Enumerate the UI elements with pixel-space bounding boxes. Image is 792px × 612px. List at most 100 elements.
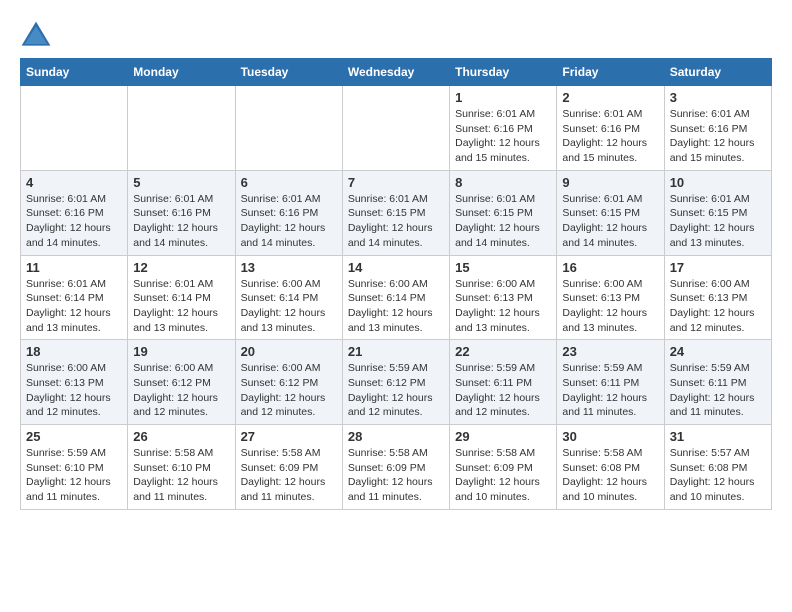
day-info: Sunrise: 6:00 AMSunset: 6:13 PMDaylight:… bbox=[670, 277, 766, 336]
day-info: Sunrise: 6:00 AMSunset: 6:14 PMDaylight:… bbox=[241, 277, 337, 336]
calendar-cell: 6 Sunrise: 6:01 AMSunset: 6:16 PMDaylight… bbox=[235, 170, 342, 255]
header-sunday: Sunday bbox=[21, 59, 128, 86]
day-info: Sunrise: 6:00 AMSunset: 6:12 PMDaylight:… bbox=[241, 361, 337, 420]
header-tuesday: Tuesday bbox=[235, 59, 342, 86]
calendar-cell: 5 Sunrise: 6:01 AMSunset: 6:16 PMDaylight… bbox=[128, 170, 235, 255]
calendar-cell: 14 Sunrise: 6:00 AMSunset: 6:14 PMDayligh… bbox=[342, 255, 449, 340]
day-number: 15 bbox=[455, 260, 551, 275]
calendar-cell: 26 Sunrise: 5:58 AMSunset: 6:10 PMDayligh… bbox=[128, 425, 235, 510]
day-number: 28 bbox=[348, 429, 444, 444]
calendar-cell: 16 Sunrise: 6:00 AMSunset: 6:13 PMDayligh… bbox=[557, 255, 664, 340]
logo-icon bbox=[20, 20, 52, 48]
day-number: 5 bbox=[133, 175, 229, 190]
day-number: 13 bbox=[241, 260, 337, 275]
calendar-cell: 31 Sunrise: 5:57 AMSunset: 6:08 PMDayligh… bbox=[664, 425, 771, 510]
logo bbox=[20, 20, 56, 48]
day-info: Sunrise: 5:59 AMSunset: 6:12 PMDaylight:… bbox=[348, 361, 444, 420]
header-thursday: Thursday bbox=[450, 59, 557, 86]
header-monday: Monday bbox=[128, 59, 235, 86]
week-row-4: 18Sunrise: 6:00 AMSunset: 6:13 PMDayligh… bbox=[21, 340, 772, 425]
day-number: 30 bbox=[562, 429, 658, 444]
day-info: Sunrise: 6:00 AMSunset: 6:13 PMDaylight:… bbox=[455, 277, 551, 336]
day-info: Sunrise: 6:01 AMSunset: 6:16 PMDaylight:… bbox=[670, 107, 766, 166]
day-info: Sunrise: 5:58 AMSunset: 6:09 PMDaylight:… bbox=[455, 446, 551, 505]
day-info: Sunrise: 6:01 AMSunset: 6:15 PMDaylight:… bbox=[455, 192, 551, 251]
day-number: 4 bbox=[26, 175, 122, 190]
calendar-cell: 18Sunrise: 6:00 AMSunset: 6:13 PMDayligh… bbox=[21, 340, 128, 425]
day-info: Sunrise: 6:01 AMSunset: 6:15 PMDaylight:… bbox=[562, 192, 658, 251]
week-row-1: 1 Sunrise: 6:01 AMSunset: 6:16 PMDaylight… bbox=[21, 86, 772, 171]
calendar-cell bbox=[21, 86, 128, 171]
week-row-5: 25Sunrise: 5:59 AMSunset: 6:10 PMDayligh… bbox=[21, 425, 772, 510]
calendar-header-row: Sunday Monday Tuesday Wednesday Thursday… bbox=[21, 59, 772, 86]
day-info: Sunrise: 6:01 AMSunset: 6:16 PMDaylight:… bbox=[241, 192, 337, 251]
day-info: Sunrise: 6:01 AMSunset: 6:16 PMDaylight:… bbox=[455, 107, 551, 166]
calendar-cell bbox=[342, 86, 449, 171]
day-info: Sunrise: 6:01 AMSunset: 6:16 PMDaylight:… bbox=[133, 192, 229, 251]
day-number: 27 bbox=[241, 429, 337, 444]
calendar-cell: 8 Sunrise: 6:01 AMSunset: 6:15 PMDaylight… bbox=[450, 170, 557, 255]
calendar-cell: 7 Sunrise: 6:01 AMSunset: 6:15 PMDaylight… bbox=[342, 170, 449, 255]
day-info: Sunrise: 5:58 AMSunset: 6:09 PMDaylight:… bbox=[241, 446, 337, 505]
calendar-cell: 24 Sunrise: 5:59 AMSunset: 6:11 PMDayligh… bbox=[664, 340, 771, 425]
calendar-cell: 22Sunrise: 5:59 AMSunset: 6:11 PMDayligh… bbox=[450, 340, 557, 425]
day-number: 31 bbox=[670, 429, 766, 444]
day-number: 14 bbox=[348, 260, 444, 275]
day-info: Sunrise: 6:01 AMSunset: 6:14 PMDaylight:… bbox=[26, 277, 122, 336]
calendar-cell: 4 Sunrise: 6:01 AMSunset: 6:16 PMDaylight… bbox=[21, 170, 128, 255]
day-info: Sunrise: 6:01 AMSunset: 6:15 PMDaylight:… bbox=[348, 192, 444, 251]
day-info: Sunrise: 5:59 AMSunset: 6:10 PMDaylight:… bbox=[26, 446, 122, 505]
day-number: 16 bbox=[562, 260, 658, 275]
day-info: Sunrise: 6:01 AMSunset: 6:14 PMDaylight:… bbox=[133, 277, 229, 336]
day-number: 9 bbox=[562, 175, 658, 190]
week-row-2: 4 Sunrise: 6:01 AMSunset: 6:16 PMDaylight… bbox=[21, 170, 772, 255]
day-info: Sunrise: 6:01 AMSunset: 6:16 PMDaylight:… bbox=[562, 107, 658, 166]
calendar-cell: 23Sunrise: 5:59 AMSunset: 6:11 PMDayligh… bbox=[557, 340, 664, 425]
calendar-cell: 29Sunrise: 5:58 AMSunset: 6:09 PMDayligh… bbox=[450, 425, 557, 510]
calendar-cell bbox=[235, 86, 342, 171]
day-info: Sunrise: 5:58 AMSunset: 6:10 PMDaylight:… bbox=[133, 446, 229, 505]
day-info: Sunrise: 6:00 AMSunset: 6:14 PMDaylight:… bbox=[348, 277, 444, 336]
calendar-cell: 12 Sunrise: 6:01 AMSunset: 6:14 PMDayligh… bbox=[128, 255, 235, 340]
calendar-cell: 27 Sunrise: 5:58 AMSunset: 6:09 PMDayligh… bbox=[235, 425, 342, 510]
day-number: 22 bbox=[455, 344, 551, 359]
header-friday: Friday bbox=[557, 59, 664, 86]
day-info: Sunrise: 5:58 AMSunset: 6:08 PMDaylight:… bbox=[562, 446, 658, 505]
day-info: Sunrise: 6:00 AMSunset: 6:12 PMDaylight:… bbox=[133, 361, 229, 420]
calendar-cell: 11 Sunrise: 6:01 AMSunset: 6:14 PMDayligh… bbox=[21, 255, 128, 340]
week-row-3: 11 Sunrise: 6:01 AMSunset: 6:14 PMDayligh… bbox=[21, 255, 772, 340]
day-number: 1 bbox=[455, 90, 551, 105]
day-number: 3 bbox=[670, 90, 766, 105]
day-number: 20 bbox=[241, 344, 337, 359]
day-number: 12 bbox=[133, 260, 229, 275]
calendar-cell: 19 Sunrise: 6:00 AMSunset: 6:12 PMDayligh… bbox=[128, 340, 235, 425]
day-number: 10 bbox=[670, 175, 766, 190]
calendar-cell: 17Sunrise: 6:00 AMSunset: 6:13 PMDayligh… bbox=[664, 255, 771, 340]
page-header bbox=[20, 20, 772, 48]
day-number: 6 bbox=[241, 175, 337, 190]
day-number: 2 bbox=[562, 90, 658, 105]
day-info: Sunrise: 5:57 AMSunset: 6:08 PMDaylight:… bbox=[670, 446, 766, 505]
day-number: 8 bbox=[455, 175, 551, 190]
day-info: Sunrise: 6:00 AMSunset: 6:13 PMDaylight:… bbox=[562, 277, 658, 336]
day-number: 7 bbox=[348, 175, 444, 190]
day-info: Sunrise: 5:58 AMSunset: 6:09 PMDaylight:… bbox=[348, 446, 444, 505]
day-info: Sunrise: 6:00 AMSunset: 6:13 PMDaylight:… bbox=[26, 361, 122, 420]
day-info: Sunrise: 5:59 AMSunset: 6:11 PMDaylight:… bbox=[670, 361, 766, 420]
calendar-cell: 3 Sunrise: 6:01 AMSunset: 6:16 PMDaylight… bbox=[664, 86, 771, 171]
calendar-cell: 13 Sunrise: 6:00 AMSunset: 6:14 PMDayligh… bbox=[235, 255, 342, 340]
header-saturday: Saturday bbox=[664, 59, 771, 86]
day-number: 21 bbox=[348, 344, 444, 359]
day-number: 26 bbox=[133, 429, 229, 444]
calendar-cell: 20 Sunrise: 6:00 AMSunset: 6:12 PMDayligh… bbox=[235, 340, 342, 425]
day-number: 24 bbox=[670, 344, 766, 359]
day-info: Sunrise: 6:01 AMSunset: 6:16 PMDaylight:… bbox=[26, 192, 122, 251]
day-number: 11 bbox=[26, 260, 122, 275]
day-number: 23 bbox=[562, 344, 658, 359]
calendar-cell: 1 Sunrise: 6:01 AMSunset: 6:16 PMDaylight… bbox=[450, 86, 557, 171]
calendar-cell: 9 Sunrise: 6:01 AMSunset: 6:15 PMDaylight… bbox=[557, 170, 664, 255]
day-number: 19 bbox=[133, 344, 229, 359]
calendar-cell: 25Sunrise: 5:59 AMSunset: 6:10 PMDayligh… bbox=[21, 425, 128, 510]
header-wednesday: Wednesday bbox=[342, 59, 449, 86]
calendar-cell: 30 Sunrise: 5:58 AMSunset: 6:08 PMDayligh… bbox=[557, 425, 664, 510]
